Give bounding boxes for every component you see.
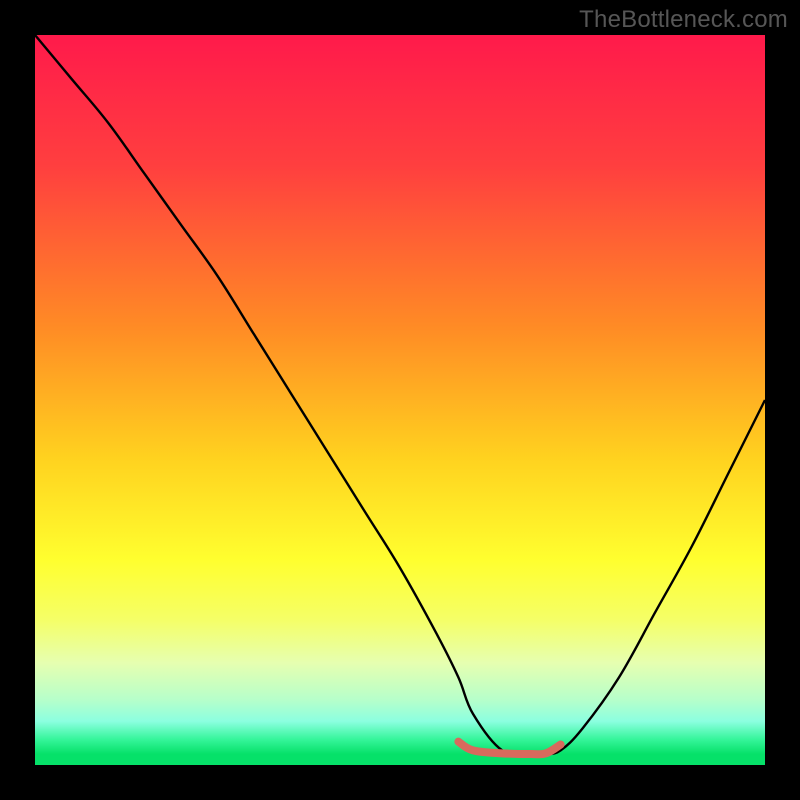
bottleneck-curve [35, 35, 765, 755]
chart-root: TheBottleneck.com [0, 0, 800, 800]
watermark-text: TheBottleneck.com [579, 6, 788, 34]
plot-area [35, 35, 765, 765]
floor-highlight [458, 742, 560, 755]
curve-layer [35, 35, 765, 765]
